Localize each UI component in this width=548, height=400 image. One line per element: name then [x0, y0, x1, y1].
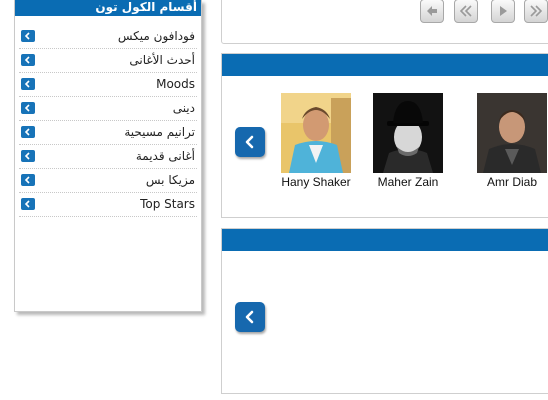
artists-panel: Hany Shaker Maher Zain Amr Diab — [221, 53, 548, 218]
double-chevron-right-icon — [530, 5, 542, 17]
arrow-bullet-icon — [21, 78, 35, 90]
chevron-left-icon — [245, 310, 254, 324]
last-page-button[interactable] — [524, 0, 548, 23]
sidebar-item-religious[interactable]: دينى — [19, 98, 197, 121]
artist-photo[interactable] — [477, 93, 547, 173]
first-page-button[interactable] — [454, 0, 478, 23]
arrow-bullet-icon — [21, 30, 35, 42]
sidebar-item-top-stars[interactable]: Top Stars — [19, 194, 197, 217]
content-panel — [221, 228, 548, 394]
sidebar-item-moods[interactable]: Moods — [19, 74, 197, 97]
sidebar-item-label: Moods — [156, 77, 195, 91]
categories-sidebar: أقسام الكول تون فودافون ميكس أحدث الأغان… — [14, 0, 202, 312]
artist-photo[interactable] — [373, 93, 443, 173]
arrow-left-icon — [427, 6, 437, 16]
previous-button[interactable] — [420, 0, 444, 23]
sidebar-item-christian-hymns[interactable]: ترانيم مسيحية — [19, 122, 197, 145]
sidebar-item-old-songs[interactable]: أغانى قديمة — [19, 146, 197, 169]
panel-header-bar — [222, 54, 548, 76]
sidebar-item-label: أحدث الأغانى — [129, 53, 195, 67]
sidebar-item-music-only[interactable]: مزيكا بس — [19, 170, 197, 193]
artist-name: Hany Shaker — [281, 175, 351, 189]
sidebar-item-label: فودافون ميكس — [117, 29, 195, 43]
sidebar-list: فودافون ميكس أحدث الأغانى Moods دينى ترا… — [15, 26, 201, 217]
slider-prev-button[interactable] — [235, 302, 265, 332]
artist-photo-image — [373, 93, 443, 173]
sidebar-item-label: دينى — [172, 101, 195, 115]
arrow-bullet-icon — [21, 150, 35, 162]
artist-photo-image — [281, 93, 351, 173]
artist-card-hany-shaker[interactable]: Hany Shaker — [276, 93, 356, 189]
arrow-bullet-icon — [21, 198, 35, 210]
artist-card-amr-diab[interactable]: Amr Diab — [472, 93, 548, 189]
arrow-bullet-icon — [21, 174, 35, 186]
slider-prev-button[interactable] — [235, 127, 265, 157]
arrow-bullet-icon — [21, 102, 35, 114]
sidebar-item-label: مزيكا بس — [145, 173, 195, 187]
sidebar-item-latest-songs[interactable]: أحدث الأغانى — [19, 50, 197, 73]
next-button[interactable] — [491, 0, 515, 23]
play-right-icon — [500, 6, 507, 16]
artist-name: Amr Diab — [486, 175, 537, 189]
sidebar-item-vodafone-mix[interactable]: فودافون ميكس — [19, 26, 197, 49]
artist-card-maher-zain[interactable]: Maher Zain — [368, 93, 448, 189]
sidebar-title: أقسام الكول تون — [15, 0, 201, 16]
artist-photo-image — [477, 93, 547, 173]
pager-panel — [221, 0, 548, 44]
double-chevron-left-icon — [460, 5, 472, 17]
sidebar-item-label: Top Stars — [140, 197, 195, 211]
sidebar-item-label: أغانى قديمة — [135, 149, 195, 163]
sidebar-item-label: ترانيم مسيحية — [124, 125, 195, 139]
panel-header-bar — [222, 229, 548, 251]
arrow-bullet-icon — [21, 126, 35, 138]
artist-photo[interactable] — [281, 93, 351, 173]
arrow-bullet-icon — [21, 54, 35, 66]
artist-name: Maher Zain — [377, 175, 439, 189]
chevron-left-icon — [245, 135, 254, 149]
